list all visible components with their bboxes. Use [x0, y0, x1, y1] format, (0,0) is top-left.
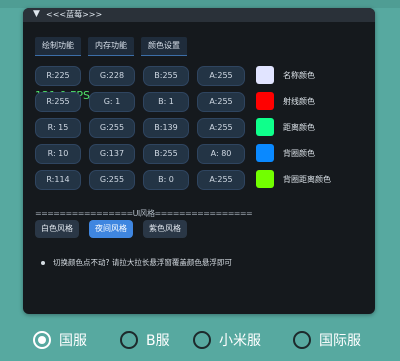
color-swatch[interactable]	[256, 66, 274, 84]
r-value-chip[interactable]: R: 10	[35, 144, 81, 164]
g-value-chip[interactable]: G: 1	[89, 92, 135, 112]
b-value-chip[interactable]: B: 1	[143, 92, 189, 112]
color-swatch[interactable]	[256, 92, 274, 110]
server-selector: 国服 B服 小米服 国际服	[0, 323, 400, 361]
white-style-button[interactable]: 白色风格	[35, 220, 79, 238]
a-value-chip[interactable]: A:255	[197, 118, 245, 138]
night-style-button[interactable]: 夜间风格	[89, 220, 133, 238]
g-value-chip[interactable]: G:255	[89, 170, 135, 190]
a-value-chip[interactable]: A:255	[197, 92, 245, 112]
color-swatch[interactable]	[256, 170, 274, 188]
color-row-label: 背圈颜色	[283, 149, 315, 158]
color-swatch[interactable]	[256, 118, 274, 136]
r-value-chip[interactable]: R: 15	[35, 118, 81, 138]
b-value-chip[interactable]: B: 0	[143, 170, 189, 190]
status-bar	[0, 0, 400, 8]
color-swatch[interactable]	[256, 144, 274, 162]
g-value-chip[interactable]: G:255	[89, 118, 135, 138]
color-row-label: 名称颜色	[283, 71, 315, 80]
server-label: 国服	[59, 333, 87, 349]
b-value-chip[interactable]: B:139	[143, 118, 189, 138]
color-hint: 切换颜色点不动? 请拉大拉长悬浮窗覆盖颜色悬浮即可	[41, 257, 232, 268]
radio-unselected-icon	[293, 331, 311, 349]
color-row-label: 距离颜色	[283, 123, 315, 132]
tab-color-settings[interactable]: 颜色设置	[141, 37, 187, 56]
purple-style-button[interactable]: 紫色风格	[143, 220, 187, 238]
g-value-chip[interactable]: G:137	[89, 144, 135, 164]
hint-text: 切换颜色点不动? 请拉大拉长悬浮窗覆盖颜色悬浮即可	[53, 258, 232, 267]
ui-style-divider: ================UI风格================	[35, 209, 253, 218]
b-value-chip[interactable]: B:255	[143, 144, 189, 164]
color-row-label: 射线颜色	[283, 97, 315, 106]
server-label: 小米服	[219, 333, 261, 349]
tab-draw[interactable]: 绘制功能	[35, 37, 81, 56]
server-label: B服	[146, 333, 170, 349]
radio-unselected-icon	[193, 331, 211, 349]
floating-menu-panel: ▼ <<<蓝莓>>> 绘制功能 内存功能 颜色设置 121.0 FPS R:22…	[23, 8, 375, 314]
r-value-chip[interactable]: R:114	[35, 170, 81, 190]
a-value-chip[interactable]: A:255	[197, 170, 245, 190]
a-value-chip[interactable]: A:255	[197, 66, 245, 86]
a-value-chip[interactable]: A: 80	[197, 144, 245, 164]
collapse-arrow-icon[interactable]: ▼	[33, 9, 40, 19]
r-value-chip[interactable]: R:225	[35, 66, 81, 86]
menu-title: <<<蓝莓>>>	[46, 10, 103, 19]
server-label: 国际服	[319, 333, 361, 349]
radio-unselected-icon	[120, 331, 138, 349]
tab-memory[interactable]: 内存功能	[88, 37, 134, 56]
r-value-chip[interactable]: R:255	[35, 92, 81, 112]
radio-selected-icon	[33, 331, 51, 349]
bullet-icon	[41, 261, 45, 265]
b-value-chip[interactable]: B:255	[143, 66, 189, 86]
g-value-chip[interactable]: G:228	[89, 66, 135, 86]
menu-title-bar[interactable]: ▼ <<<蓝莓>>>	[23, 8, 375, 22]
color-row-label: 背圈距离颜色	[283, 175, 331, 184]
